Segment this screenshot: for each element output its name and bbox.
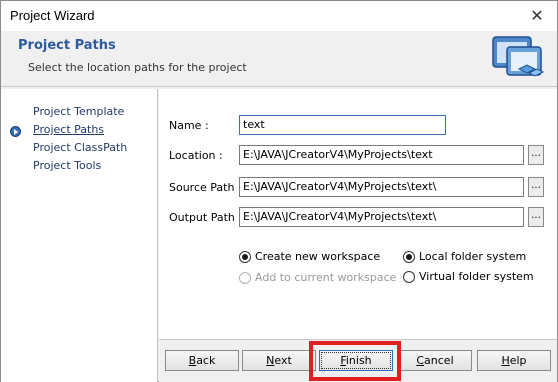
name-label: Name : <box>169 119 209 132</box>
step-project-paths[interactable]: Project Paths <box>33 123 104 136</box>
page-title: Project Paths <box>18 38 116 53</box>
help-rest: elp <box>509 354 527 367</box>
next-rest: ext <box>274 354 292 367</box>
source-path-field[interactable]: E:\JAVA\JCreatorV4\MyProjects\text\ <box>239 177 524 197</box>
close-icon[interactable]: ✕ <box>527 6 547 26</box>
step-project-classpath[interactable]: Project ClassPath <box>33 141 127 154</box>
windows-stack-icon <box>492 36 545 77</box>
step-project-template[interactable]: Project Template <box>33 105 124 118</box>
output-path-label: Output Path : <box>169 211 243 224</box>
name-field[interactable]: text <box>239 115 446 135</box>
help-accel: H <box>501 354 510 367</box>
cancel-rest: ancel <box>424 354 454 367</box>
location-field[interactable]: E:\JAVA\JCreatorV4\MyProjects\text <box>239 145 524 165</box>
wizard-steps-panel: Project Template Project Paths Project C… <box>1 89 158 382</box>
source-path-browse-button[interactable]: ... <box>528 177 544 197</box>
cancel-accel: C <box>416 354 425 367</box>
wizard-footer: Back Next Finish Cancel Help <box>159 339 557 382</box>
output-path-browse-button[interactable]: ... <box>528 207 544 227</box>
project-wizard-window: Project Wizard ✕ Project Paths Select th… <box>0 0 558 382</box>
virtual-folder-system-radio[interactable] <box>403 271 415 283</box>
location-label: Location : <box>169 149 223 162</box>
page-subtitle: Select the location paths for the projec… <box>28 61 247 74</box>
help-button[interactable]: Help <box>477 350 551 371</box>
current-step-arrow-icon <box>10 126 21 137</box>
back-button[interactable]: Back <box>165 350 239 371</box>
wizard-content: Name : text Location : E:\JAVA\JCreatorV… <box>159 89 557 339</box>
local-folder-system-radio[interactable] <box>403 251 415 263</box>
step-project-tools[interactable]: Project Tools <box>33 159 101 172</box>
virtual-folder-system-label: Virtual folder system <box>419 270 534 283</box>
add-to-current-workspace-radio[interactable] <box>239 272 251 284</box>
add-to-current-workspace-label: Add to current workspace <box>255 271 397 284</box>
local-folder-system-label: Local folder system <box>419 250 527 263</box>
finish-highlight-box <box>309 341 401 381</box>
location-browse-button[interactable]: ... <box>528 145 544 165</box>
output-path-field[interactable]: E:\JAVA\JCreatorV4\MyProjects\text\ <box>239 207 524 227</box>
source-path-label: Source Path : <box>169 181 242 194</box>
window-title: Project Wizard <box>10 8 95 23</box>
cancel-button[interactable]: Cancel <box>398 350 472 371</box>
create-new-workspace-label: Create new workspace <box>255 250 381 263</box>
title-bar: Project Wizard ✕ <box>1 1 557 31</box>
create-new-workspace-radio[interactable] <box>239 251 251 263</box>
back-rest: ack <box>196 354 216 367</box>
wizard-header: Project Paths Select the location paths … <box>1 31 557 87</box>
next-button[interactable]: Next <box>242 350 316 371</box>
